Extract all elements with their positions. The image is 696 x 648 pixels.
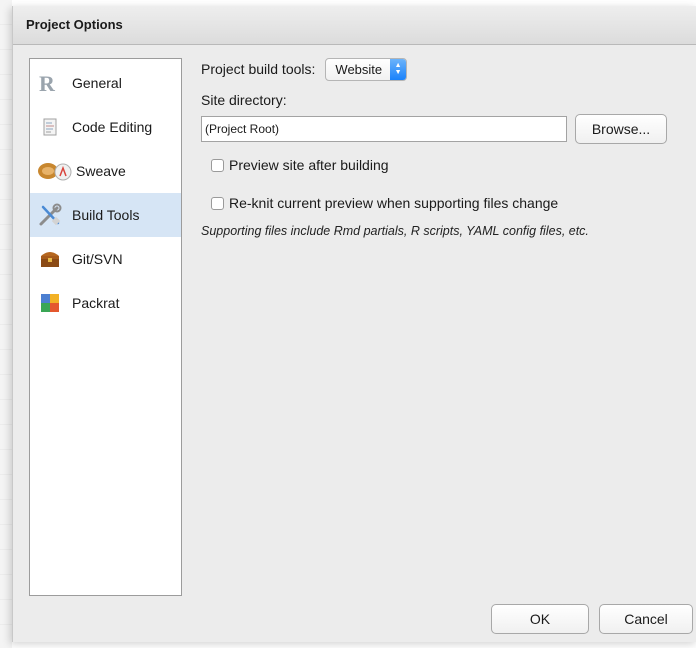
- treasure-box-icon: [38, 247, 62, 271]
- browse-button[interactable]: Browse...: [575, 114, 667, 144]
- project-options-dialog: Project Options R General Code Editing S…: [12, 6, 696, 642]
- site-directory-row: Browse...: [201, 114, 691, 144]
- preview-site-checkbox[interactable]: [211, 158, 224, 172]
- supporting-files-note: Supporting files include Rmd partials, R…: [201, 224, 589, 238]
- cancel-button[interactable]: Cancel: [599, 604, 693, 634]
- reknit-preview-checkbox[interactable]: [211, 196, 224, 210]
- wrench-screwdriver-icon: [38, 203, 62, 227]
- ok-button[interactable]: OK: [491, 604, 589, 634]
- sidebar-item-label: Code Editing: [72, 119, 153, 135]
- site-directory-input[interactable]: [201, 116, 567, 142]
- preview-site-row: Preview site after building: [201, 156, 691, 174]
- site-directory-label: Site directory:: [201, 92, 287, 108]
- build-tools-select[interactable]: Website ▲ ▼: [325, 57, 408, 81]
- sidebar-item-general[interactable]: R General: [30, 61, 181, 105]
- sidebar-item-label: Packrat: [72, 295, 120, 311]
- build-tools-selected-value: Website: [335, 61, 383, 77]
- svg-text:R: R: [39, 72, 56, 94]
- sidebar-item-build-tools[interactable]: Build Tools: [30, 193, 181, 237]
- reknit-preview-label: Re-knit current preview when supporting …: [229, 195, 559, 211]
- sidebar-item-git-svn[interactable]: Git/SVN: [30, 237, 181, 281]
- sidebar-item-label: Build Tools: [72, 207, 140, 223]
- sidebar-item-label: General: [72, 75, 122, 91]
- background-window: [0, 0, 12, 648]
- dialog-title: Project Options: [13, 6, 696, 45]
- build-tools-row: Project build tools: Website ▲ ▼: [201, 56, 691, 82]
- select-arrows-icon: ▲ ▼: [390, 58, 407, 80]
- r-logo-icon: R: [38, 71, 62, 95]
- packrat-icon: [38, 291, 62, 315]
- reknit-preview-row: Re-knit current preview when supporting …: [201, 194, 691, 212]
- build-tools-label: Project build tools:: [201, 61, 316, 77]
- sweave-pdf-icon: [38, 159, 72, 183]
- build-tools-panel: Project build tools: Website ▲ ▼ Site dir…: [201, 56, 691, 238]
- preview-site-label: Preview site after building: [229, 157, 389, 173]
- sidebar-item-label: Sweave: [76, 163, 126, 179]
- sidebar-item-packrat[interactable]: Packrat: [30, 281, 181, 325]
- sidebar-item-sweave[interactable]: Sweave: [30, 149, 181, 193]
- sidebar-item-code-editing[interactable]: Code Editing: [30, 105, 181, 149]
- sidebar: R General Code Editing Sweave Build Tool…: [29, 58, 182, 596]
- sidebar-item-label: Git/SVN: [72, 251, 123, 267]
- document-icon: [38, 115, 62, 139]
